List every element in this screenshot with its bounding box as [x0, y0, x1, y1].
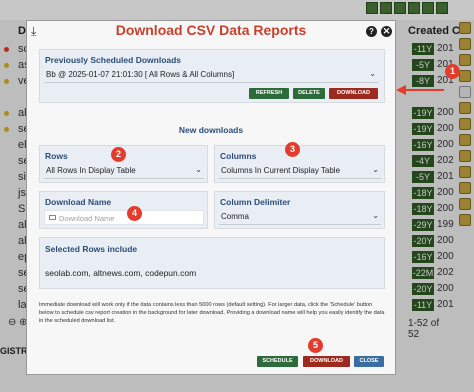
chevron-down-icon: ⌄: [372, 165, 379, 174]
rows-select[interactable]: All Rows In Display Table ⌄: [44, 163, 204, 179]
keyboard-icon: [49, 215, 56, 220]
previous-downloads-select[interactable]: Bb @ 2025-01-07 21:01:30 [ All Rows & Al…: [44, 67, 378, 83]
chevron-down-icon: ⌄: [195, 165, 202, 174]
info-text: Immediate download will work only if the…: [39, 302, 385, 324]
refresh-button[interactable]: REFRESH: [249, 88, 289, 99]
download-name-label: Download Name: [45, 197, 112, 207]
close-button[interactable]: CLOSE: [354, 356, 384, 367]
callout-5: 5: [308, 338, 323, 353]
selected-rows-panel: Selected Rows include seolab.com, altnew…: [39, 237, 385, 289]
previous-download-button[interactable]: DOWNLOAD: [329, 88, 378, 99]
callout-arrow: [396, 85, 444, 95]
download-button[interactable]: DOWNLOAD: [303, 356, 350, 367]
column-delimiter-select[interactable]: Comma ⌄: [219, 209, 381, 225]
columns-label: Columns: [220, 151, 257, 161]
delimiter-panel: Column Delimiter Comma ⌄: [214, 191, 385, 229]
new-downloads-heading: New downloads: [178, 125, 244, 135]
close-icon[interactable]: ✕: [381, 26, 392, 37]
callout-2: 2: [111, 147, 126, 162]
previous-downloads-panel: Previously Scheduled Downloads Bb @ 2025…: [39, 49, 385, 103]
columns-select[interactable]: Columns In Current Display Table ⌄: [219, 163, 381, 179]
selected-rows-label: Selected Rows include: [45, 244, 138, 254]
previous-downloads-label: Previously Scheduled Downloads: [45, 55, 182, 65]
schedule-button[interactable]: SCHEDULE: [257, 356, 298, 367]
dialog-title: Download CSV Data Reports: [115, 22, 307, 38]
callout-1: 1: [445, 64, 460, 79]
download-name-panel: Download Name Download Name: [39, 191, 208, 229]
help-icon[interactable]: ?: [366, 26, 377, 37]
chevron-down-icon: ⌄: [369, 69, 376, 78]
download-csv-dialog: ⤓ Download CSV Data Reports ? ✕ Previous…: [26, 20, 396, 375]
column-delimiter-label: Column Delimiter: [220, 197, 291, 207]
delete-button[interactable]: DELETE: [293, 88, 325, 99]
download-name-input[interactable]: Download Name: [44, 210, 204, 225]
chevron-down-icon: ⌄: [372, 211, 379, 220]
selected-rows-value: seolab.com, altnews.com, codepun.com: [45, 268, 197, 278]
rows-label: Rows: [45, 151, 68, 161]
callout-3: 3: [285, 142, 300, 157]
callout-4: 4: [127, 206, 142, 221]
